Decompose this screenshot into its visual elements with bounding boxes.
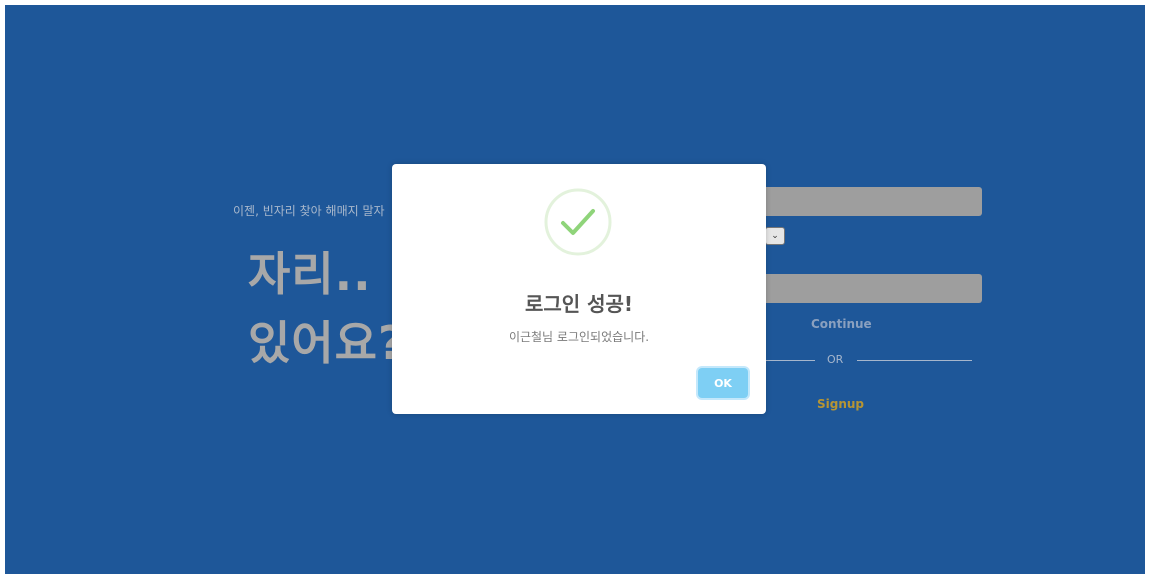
dialog-title: 로그인 성공!: [524, 292, 634, 316]
success-check-icon: [544, 188, 612, 256]
modal-overlay: 로그인 성공! 이근철님 로그인되었습니다. OK: [0, 0, 1150, 574]
login-success-dialog: 로그인 성공! 이근철님 로그인되었습니다. OK: [392, 164, 766, 414]
ok-button[interactable]: OK: [698, 368, 748, 398]
dialog-message: 이근철님 로그인되었습니다.: [508, 330, 650, 344]
